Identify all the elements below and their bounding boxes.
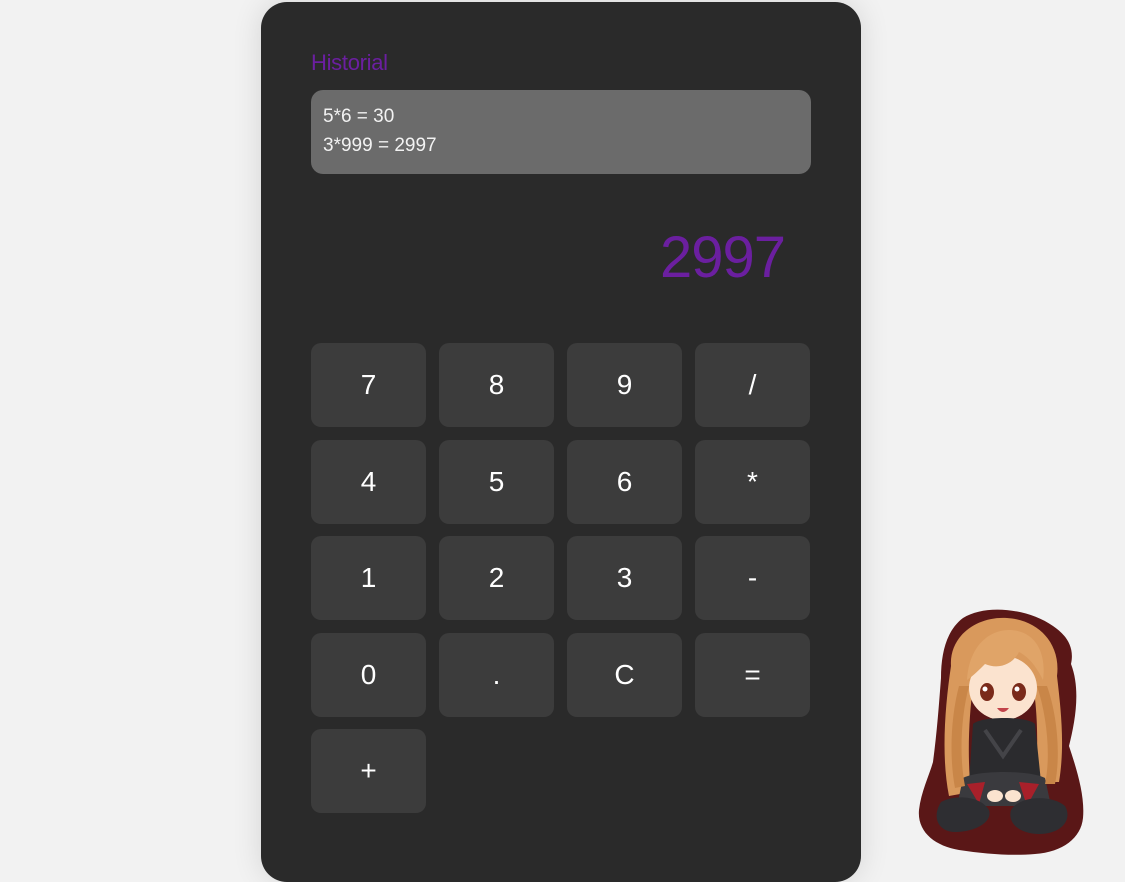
result-display: 2997 (659, 225, 786, 290)
key-8[interactable]: 8 (439, 343, 554, 427)
history-list: 5*6 = 30 3*999 = 2997 (311, 90, 811, 174)
key-equals[interactable]: = (695, 632, 810, 717)
anime-girl-sticker (918, 609, 1084, 855)
keypad: 7 8 9 / 4 5 6 * 1 2 3 - 0 . C = + (311, 343, 811, 813)
key-decimal[interactable]: . (439, 632, 554, 717)
history-entry: 5*6 = 30 (323, 106, 395, 127)
key-multiply[interactable]: * (695, 439, 810, 524)
history-entry: 3*999 = 2997 (323, 135, 437, 156)
key-subtract[interactable]: - (695, 536, 810, 620)
key-9[interactable]: 9 (567, 343, 682, 427)
key-add[interactable]: + (311, 729, 426, 813)
key-3[interactable]: 3 (567, 536, 682, 620)
calculator-panel: Historial 5*6 = 30 3*999 = 2997 2997 7 8… (261, 2, 861, 882)
key-1[interactable]: 1 (311, 536, 426, 620)
key-2[interactable]: 2 (439, 536, 554, 620)
history-title: Historial (311, 50, 388, 75)
key-5[interactable]: 5 (439, 439, 554, 524)
key-6[interactable]: 6 (567, 439, 682, 524)
key-7[interactable]: 7 (311, 343, 426, 427)
key-4[interactable]: 4 (311, 439, 426, 524)
key-0[interactable]: 0 (311, 632, 426, 717)
key-clear[interactable]: C (567, 632, 682, 717)
key-divide[interactable]: / (695, 343, 810, 427)
